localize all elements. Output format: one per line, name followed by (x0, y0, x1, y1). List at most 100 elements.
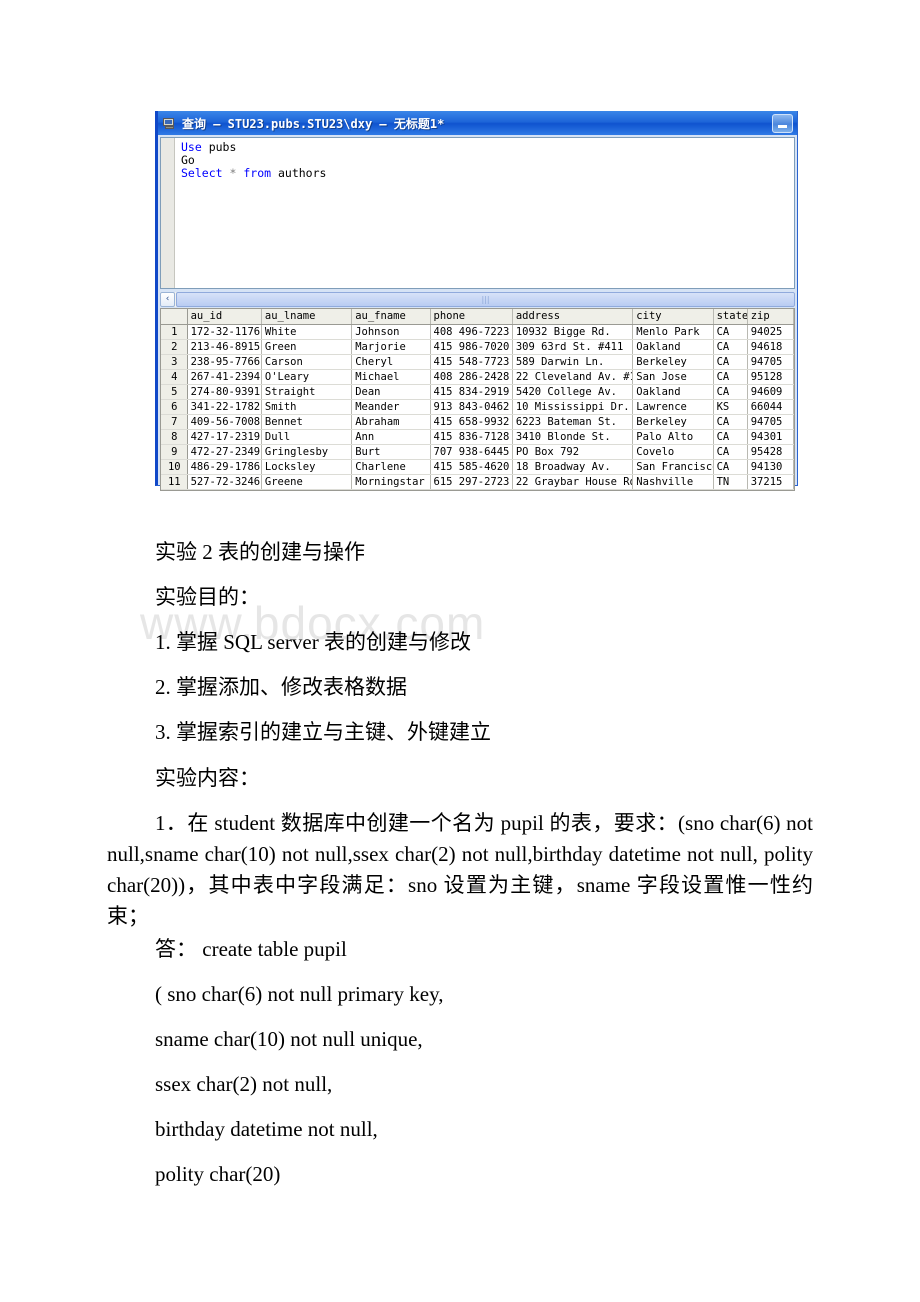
table-row[interactable]: 8 427-17-2319 Dull Ann 415 836-7128 3410 Blon… (161, 429, 794, 445)
cell-au_fname[interactable]: Charlene (351, 459, 431, 475)
cell-au_lname[interactable]: Straight (261, 384, 353, 400)
cell-state[interactable]: TN (713, 474, 748, 490)
cell-city[interactable]: San Jose (632, 369, 714, 385)
cell-address[interactable]: 22 Graybar House Rd. (512, 474, 634, 490)
table-row[interactable]: 9 472-27-2349 Gringlesby Burt 707 938-6445 PO… (161, 444, 794, 460)
cell-phone[interactable]: 415 548-7723 (430, 354, 513, 370)
cell-au_lname[interactable]: Dull (261, 429, 353, 445)
table-row[interactable]: 4 267-41-2394 O'Leary Michael 408 286-2428 22… (161, 369, 794, 385)
cell-au_id[interactable]: 409-56-7008 (187, 414, 262, 430)
cell-zip[interactable]: 94301 (747, 429, 794, 445)
cell-address[interactable]: 18 Broadway Av. (512, 459, 634, 475)
cell-zip[interactable]: 94609 (747, 384, 794, 400)
cell-phone[interactable]: 415 585-4620 (430, 459, 513, 475)
cell-city[interactable]: Nashville (632, 474, 714, 490)
cell-au_id[interactable]: 472-27-2349 (187, 444, 262, 460)
cell-au_lname[interactable]: O'Leary (261, 369, 353, 385)
editor-horizontal-scrollbar[interactable]: ‹ (160, 292, 795, 307)
cell-city[interactable]: Lawrence (632, 399, 714, 415)
cell-au_id[interactable]: 213-46-8915 (187, 339, 262, 355)
cell-au_lname[interactable]: White (261, 324, 353, 340)
row-number[interactable]: 3 (161, 354, 188, 370)
cell-au_id[interactable]: 341-22-1782 (187, 399, 262, 415)
row-number[interactable]: 8 (161, 429, 188, 445)
scroll-left-arrow-icon[interactable]: ‹ (160, 292, 175, 307)
cell-au_id[interactable]: 267-41-2394 (187, 369, 262, 385)
cell-state[interactable]: CA (713, 429, 748, 445)
cell-city[interactable]: Berkeley (632, 354, 714, 370)
cell-au_id[interactable]: 427-17-2319 (187, 429, 262, 445)
cell-au_id[interactable]: 172-32-1176 (187, 324, 262, 340)
cell-city[interactable]: Palo Alto (632, 429, 714, 445)
table-row[interactable]: 10 486-29-1786 Locksley Charlene 415 585-462… (161, 459, 794, 475)
table-row[interactable]: 7 409-56-7008 Bennet Abraham 415 658-9932 622… (161, 414, 794, 430)
cell-zip[interactable]: 66044 (747, 399, 794, 415)
column-header-zip[interactable]: zip (747, 309, 794, 325)
cell-zip[interactable]: 94705 (747, 354, 794, 370)
cell-phone[interactable]: 615 297-2723 (430, 474, 513, 490)
column-header-au_id[interactable]: au_id (187, 309, 262, 325)
cell-address[interactable]: PO Box 792 (512, 444, 634, 460)
results-grid[interactable]: au_id au_lname au_fname phone address city sta… (160, 308, 795, 491)
cell-au_lname[interactable]: Greene (261, 474, 353, 490)
cell-state[interactable]: KS (713, 399, 748, 415)
table-row[interactable]: 3 238-95-7766 Carson Cheryl 415 548-7723 589 … (161, 354, 794, 370)
cell-au_lname[interactable]: Smith (261, 399, 353, 415)
cell-au_lname[interactable]: Locksley (261, 459, 353, 475)
cell-au_fname[interactable]: Johnson (351, 324, 431, 340)
cell-au_fname[interactable]: Cheryl (351, 354, 431, 370)
column-header-state[interactable]: state (713, 309, 748, 325)
cell-au_fname[interactable]: Michael (351, 369, 431, 385)
cell-zip[interactable]: 95128 (747, 369, 794, 385)
cell-zip[interactable]: 94025 (747, 324, 794, 340)
cell-phone[interactable]: 415 986-7020 (430, 339, 513, 355)
table-row[interactable]: 6 341-22-1782 Smith Meander 913 843-0462 10 M… (161, 399, 794, 415)
cell-phone[interactable]: 913 843-0462 (430, 399, 513, 415)
sql-editor[interactable]: Use pubs Go Select * from authors (160, 137, 795, 289)
cell-au_fname[interactable]: Burt (351, 444, 431, 460)
cell-state[interactable]: CA (713, 324, 748, 340)
cell-au_lname[interactable]: Gringlesby (261, 444, 353, 460)
cell-au_id[interactable]: 274-80-9391 (187, 384, 262, 400)
table-row[interactable]: 1 172-32-1176 White Johnson 408 496-7223 1093… (161, 324, 794, 340)
table-row[interactable]: 5 274-80-9391 Straight Dean 415 834-2919 5420… (161, 384, 794, 400)
cell-city[interactable]: Berkeley (632, 414, 714, 430)
cell-address[interactable]: 10 Mississippi Dr. (512, 399, 634, 415)
cell-phone[interactable]: 408 286-2428 (430, 369, 513, 385)
cell-zip[interactable]: 94618 (747, 339, 794, 355)
cell-au_fname[interactable]: Marjorie (351, 339, 431, 355)
column-header-phone[interactable]: phone (430, 309, 513, 325)
row-number[interactable]: 1 (161, 324, 188, 340)
cell-state[interactable]: CA (713, 414, 748, 430)
cell-address[interactable]: 5420 College Av. (512, 384, 634, 400)
cell-au_id[interactable]: 486-29-1786 (187, 459, 262, 475)
scrollbar-thumb[interactable] (176, 292, 795, 307)
cell-zip[interactable]: 94130 (747, 459, 794, 475)
cell-zip[interactable]: 95428 (747, 444, 794, 460)
cell-au_fname[interactable]: Ann (351, 429, 431, 445)
row-number[interactable]: 9 (161, 444, 188, 460)
cell-phone[interactable]: 707 938-6445 (430, 444, 513, 460)
cell-state[interactable]: CA (713, 459, 748, 475)
cell-zip[interactable]: 37215 (747, 474, 794, 490)
cell-phone[interactable]: 415 836-7128 (430, 429, 513, 445)
cell-au_lname[interactable]: Bennet (261, 414, 353, 430)
table-row[interactable]: 2 213-46-8915 Green Marjorie 415 986-7020 309… (161, 339, 794, 355)
row-number[interactable]: 5 (161, 384, 188, 400)
minimize-button[interactable] (772, 113, 793, 133)
cell-address[interactable]: 10932 Bigge Rd. (512, 324, 634, 340)
cell-state[interactable]: CA (713, 444, 748, 460)
cell-state[interactable]: CA (713, 354, 748, 370)
cell-state[interactable]: CA (713, 339, 748, 355)
cell-state[interactable]: CA (713, 369, 748, 385)
cell-city[interactable]: San Francisco (632, 459, 714, 475)
cell-address[interactable]: 3410 Blonde St. (512, 429, 634, 445)
column-header-au_fname[interactable]: au_fname (351, 309, 431, 325)
cell-au_fname[interactable]: Meander (351, 399, 431, 415)
column-header-city[interactable]: city (632, 309, 714, 325)
cell-au_fname[interactable]: Dean (351, 384, 431, 400)
cell-city[interactable]: Oakland (632, 339, 714, 355)
cell-zip[interactable]: 94705 (747, 414, 794, 430)
cell-phone[interactable]: 415 658-9932 (430, 414, 513, 430)
cell-au_id[interactable]: 238-95-7766 (187, 354, 262, 370)
